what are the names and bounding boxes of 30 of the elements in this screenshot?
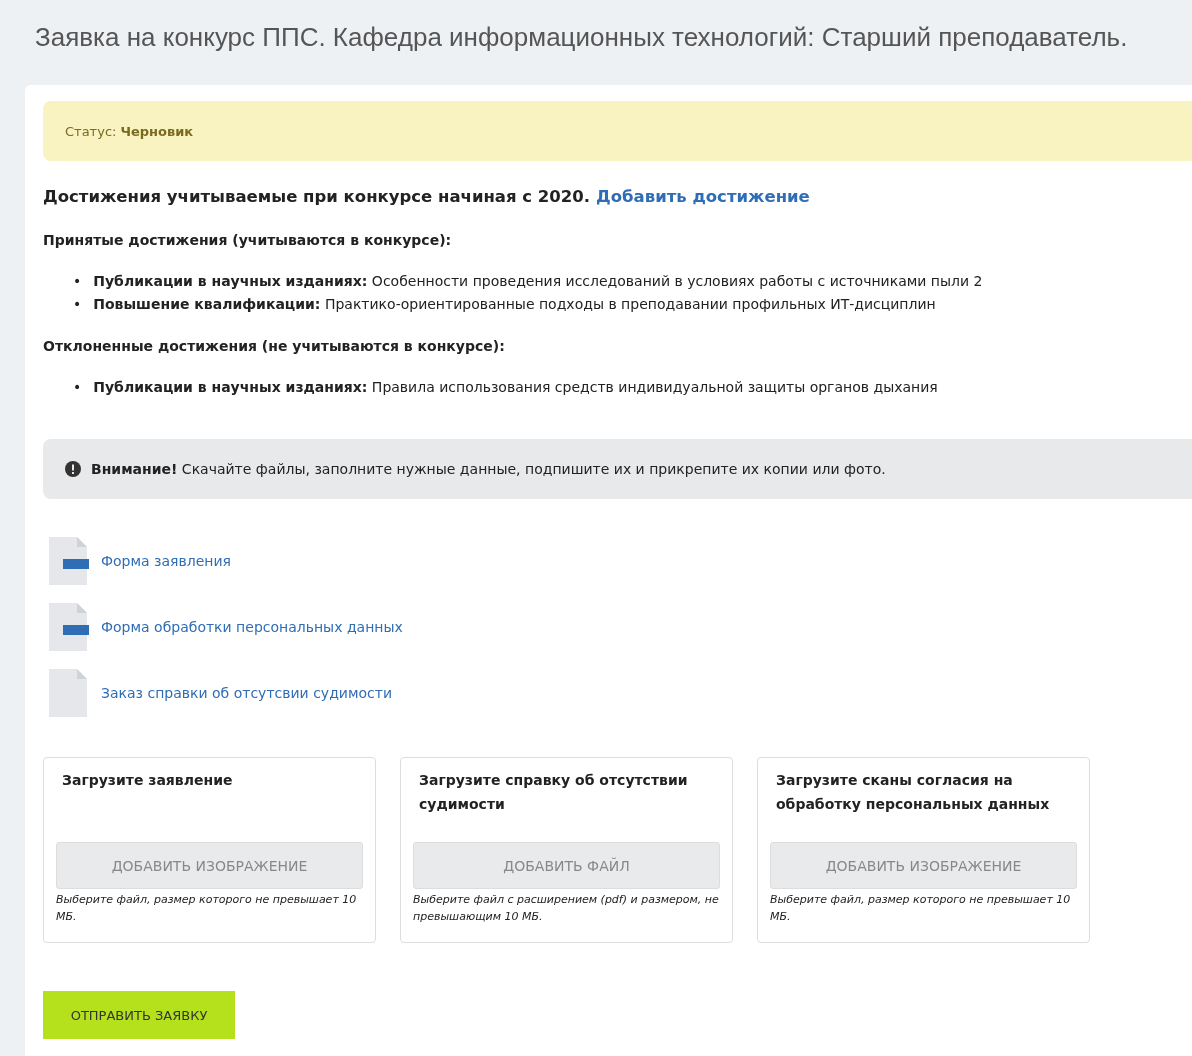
doc-file-icon — [49, 603, 91, 651]
bullet: • — [73, 295, 82, 314]
upload-button[interactable]: ДОБАВИТЬ ИЗОБРАЖЕНИЕ — [56, 842, 363, 889]
bullet: • — [73, 378, 82, 397]
file-link[interactable]: Форма обработки персональных данных — [101, 619, 403, 635]
upload-hint: Выберите файл, размер которого не превышает 10 МБ. — [56, 892, 358, 925]
submit-button[interactable]: ОТПРАВИТЬ ЗАЯВКУ — [43, 991, 235, 1039]
bullet: • — [73, 272, 82, 291]
status-label: Статус: — [65, 123, 117, 139]
notice-text: Внимание! Скачайте файлы, заполните нужные данные, подпишите их и прикрепите их копии или фото. — [91, 461, 886, 477]
upload-title: Загрузите сканы согласия на обработку персональных данных — [775, 771, 1051, 814]
achievement-item: Публикации в научных изданиях: Правила использования средств индивидуальной защиты органов дыхания — [93, 378, 938, 397]
achievements-heading: Достижения учитываемые при конкурсе начиная с 2020. — [43, 187, 591, 206]
upload-title: Загрузите справку об отсутствии судимости — [418, 771, 689, 814]
alert-icon — [65, 461, 81, 477]
page-title: Заявка на конкурс ППС. Кафедра информационных технологий: Старший преподаватель. — [35, 22, 1129, 53]
group-title: Отклоненные достижения (не учитываются в конкурсе): — [43, 338, 506, 354]
upload-button[interactable]: ДОБАВИТЬ ФАЙЛ — [413, 842, 720, 889]
add-achievement-link[interactable]: Добавить достижение — [596, 187, 810, 206]
file-link[interactable]: Заказ справки об отсутсвии судимости — [101, 685, 392, 701]
achievement-item: Публикации в научных изданиях: Особенности проведения исследований в условиях работы с источниками пыли 2 — [93, 272, 983, 291]
doc-file-icon — [49, 537, 91, 585]
upload-hint: Выберите файл, размер которого не превышает 10 МБ. — [770, 892, 1072, 925]
upload-button[interactable]: ДОБАВИТЬ ИЗОБРАЖЕНИЕ — [770, 842, 1077, 889]
upload-hint: Выберите файл с расширением (pdf) и размером, не превышающим 10 МБ. — [413, 892, 720, 925]
upload-title: Загрузите заявление — [61, 771, 234, 790]
status-value: Черновик — [120, 123, 194, 139]
achievement-item: Повышение квалификации: Практико-ориентированные подходы в преподавании профильных ИТ-дисциплин — [93, 295, 936, 314]
file-link[interactable]: Форма заявления — [101, 553, 232, 569]
group-title: Принятые достижения (учитываются в конкурсе): — [43, 232, 453, 248]
